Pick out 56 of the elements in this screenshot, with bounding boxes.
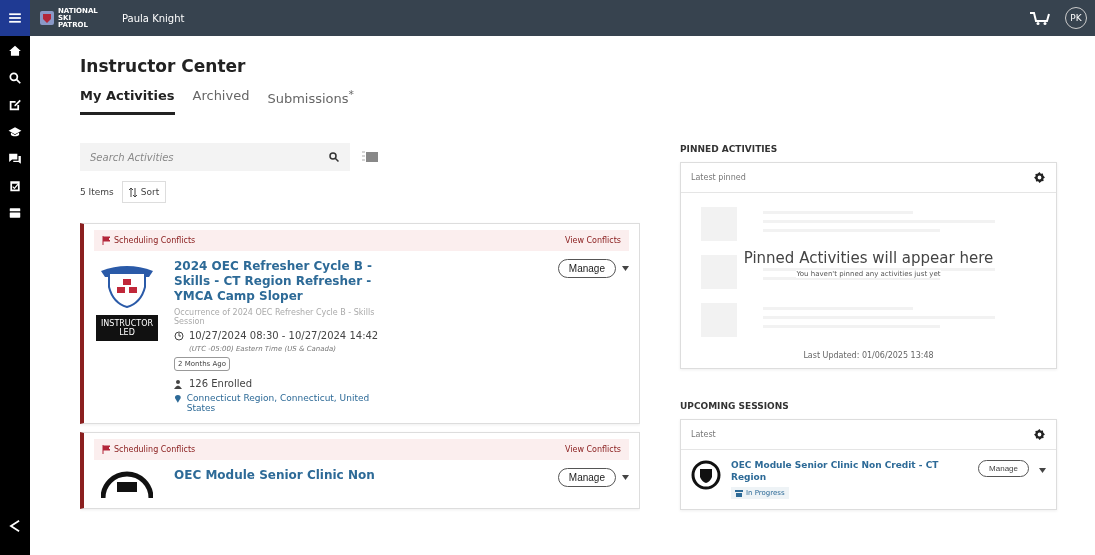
page-title: Instructor Center (80, 56, 247, 76)
filter-label[interactable]: Latest pinned (691, 173, 746, 182)
home-icon[interactable] (8, 44, 22, 58)
edit-icon[interactable] (8, 98, 22, 112)
stack-icon[interactable] (8, 206, 22, 220)
activity-subtitle: Occurrence of 2024 OEC Refresher Cycle B - Skills Session (174, 308, 376, 327)
section-heading: PINNED ACTIVITIES (680, 144, 779, 154)
empty-state-title: Pinned Activities will appear here (743, 249, 994, 267)
menu-icon[interactable] (8, 11, 22, 25)
logo-icon (40, 11, 54, 25)
cart-icon[interactable] (1029, 11, 1051, 25)
filter-label[interactable]: Latest (691, 430, 716, 439)
section-heading: UPCOMING SESSIONS (680, 401, 790, 411)
clock-icon (174, 330, 184, 341)
settings-icon[interactable] (1033, 171, 1046, 184)
last-updated: Last Updated: 01/06/2025 13:48 (802, 351, 935, 360)
item-count: 5 Items (80, 187, 114, 198)
session-time: 10/27/2024 08:30 - 10/27/2024 14:42 (189, 330, 379, 342)
search-field[interactable]: Search Activities (80, 143, 350, 172)
flag-icon (102, 236, 111, 246)
status-icon (735, 489, 743, 497)
settings-icon[interactable] (1033, 428, 1046, 441)
caret-icon[interactable] (622, 475, 629, 481)
tab[interactable]: Submissions$^{*}$ (267, 88, 354, 116)
location-link[interactable]: Connecticut Region, Connecticut, United States (186, 393, 392, 414)
view-conflicts-link[interactable]: View Conflicts (564, 445, 621, 455)
manage-button[interactable]: Manage (978, 460, 1029, 477)
session-title[interactable]: OEC Module Senior Clinic Non Credit - CT Region (731, 460, 969, 484)
alert-text: Scheduling Conflicts (114, 445, 196, 455)
manage-button[interactable]: Manage (557, 468, 616, 488)
graduation-cap-icon[interactable] (8, 125, 22, 139)
people-icon (174, 378, 184, 389)
flag-icon (102, 445, 111, 455)
caret-icon[interactable] (622, 266, 629, 272)
alert-text: Scheduling Conflicts (114, 236, 196, 246)
tab[interactable]: My Activities (80, 88, 175, 116)
view-conflicts-link[interactable]: View Conflicts (564, 236, 621, 246)
menu-button[interactable] (0, 0, 30, 36)
emblem-icon (691, 460, 721, 490)
caret-icon[interactable] (1039, 468, 1046, 473)
instructor-led-badge: INSTRUCTOR LED (96, 315, 158, 342)
location-pin-icon (174, 393, 182, 404)
share-icon[interactable] (8, 519, 22, 533)
manage-button[interactable]: Manage (557, 259, 616, 279)
enrolled-count: 126 Enrolled (189, 378, 252, 390)
tab[interactable]: Archived (192, 88, 250, 116)
search-icon[interactable] (8, 71, 22, 85)
activity-title[interactable]: OEC Module Senior Clinic Non (174, 468, 392, 484)
chat-icon[interactable] (8, 152, 22, 166)
clipboard-check-icon[interactable] (8, 179, 22, 193)
activity-title[interactable]: 2024 OEC Refresher Cycle B - Skills - CT Region Refresher - YMCA Camp Sloper (174, 259, 392, 305)
sort-icon (128, 187, 137, 197)
filter-icon[interactable] (362, 150, 380, 165)
sort-button[interactable]: Sort (121, 181, 167, 204)
user-name: Paula Knight (122, 12, 185, 24)
search-icon[interactable] (328, 151, 340, 164)
